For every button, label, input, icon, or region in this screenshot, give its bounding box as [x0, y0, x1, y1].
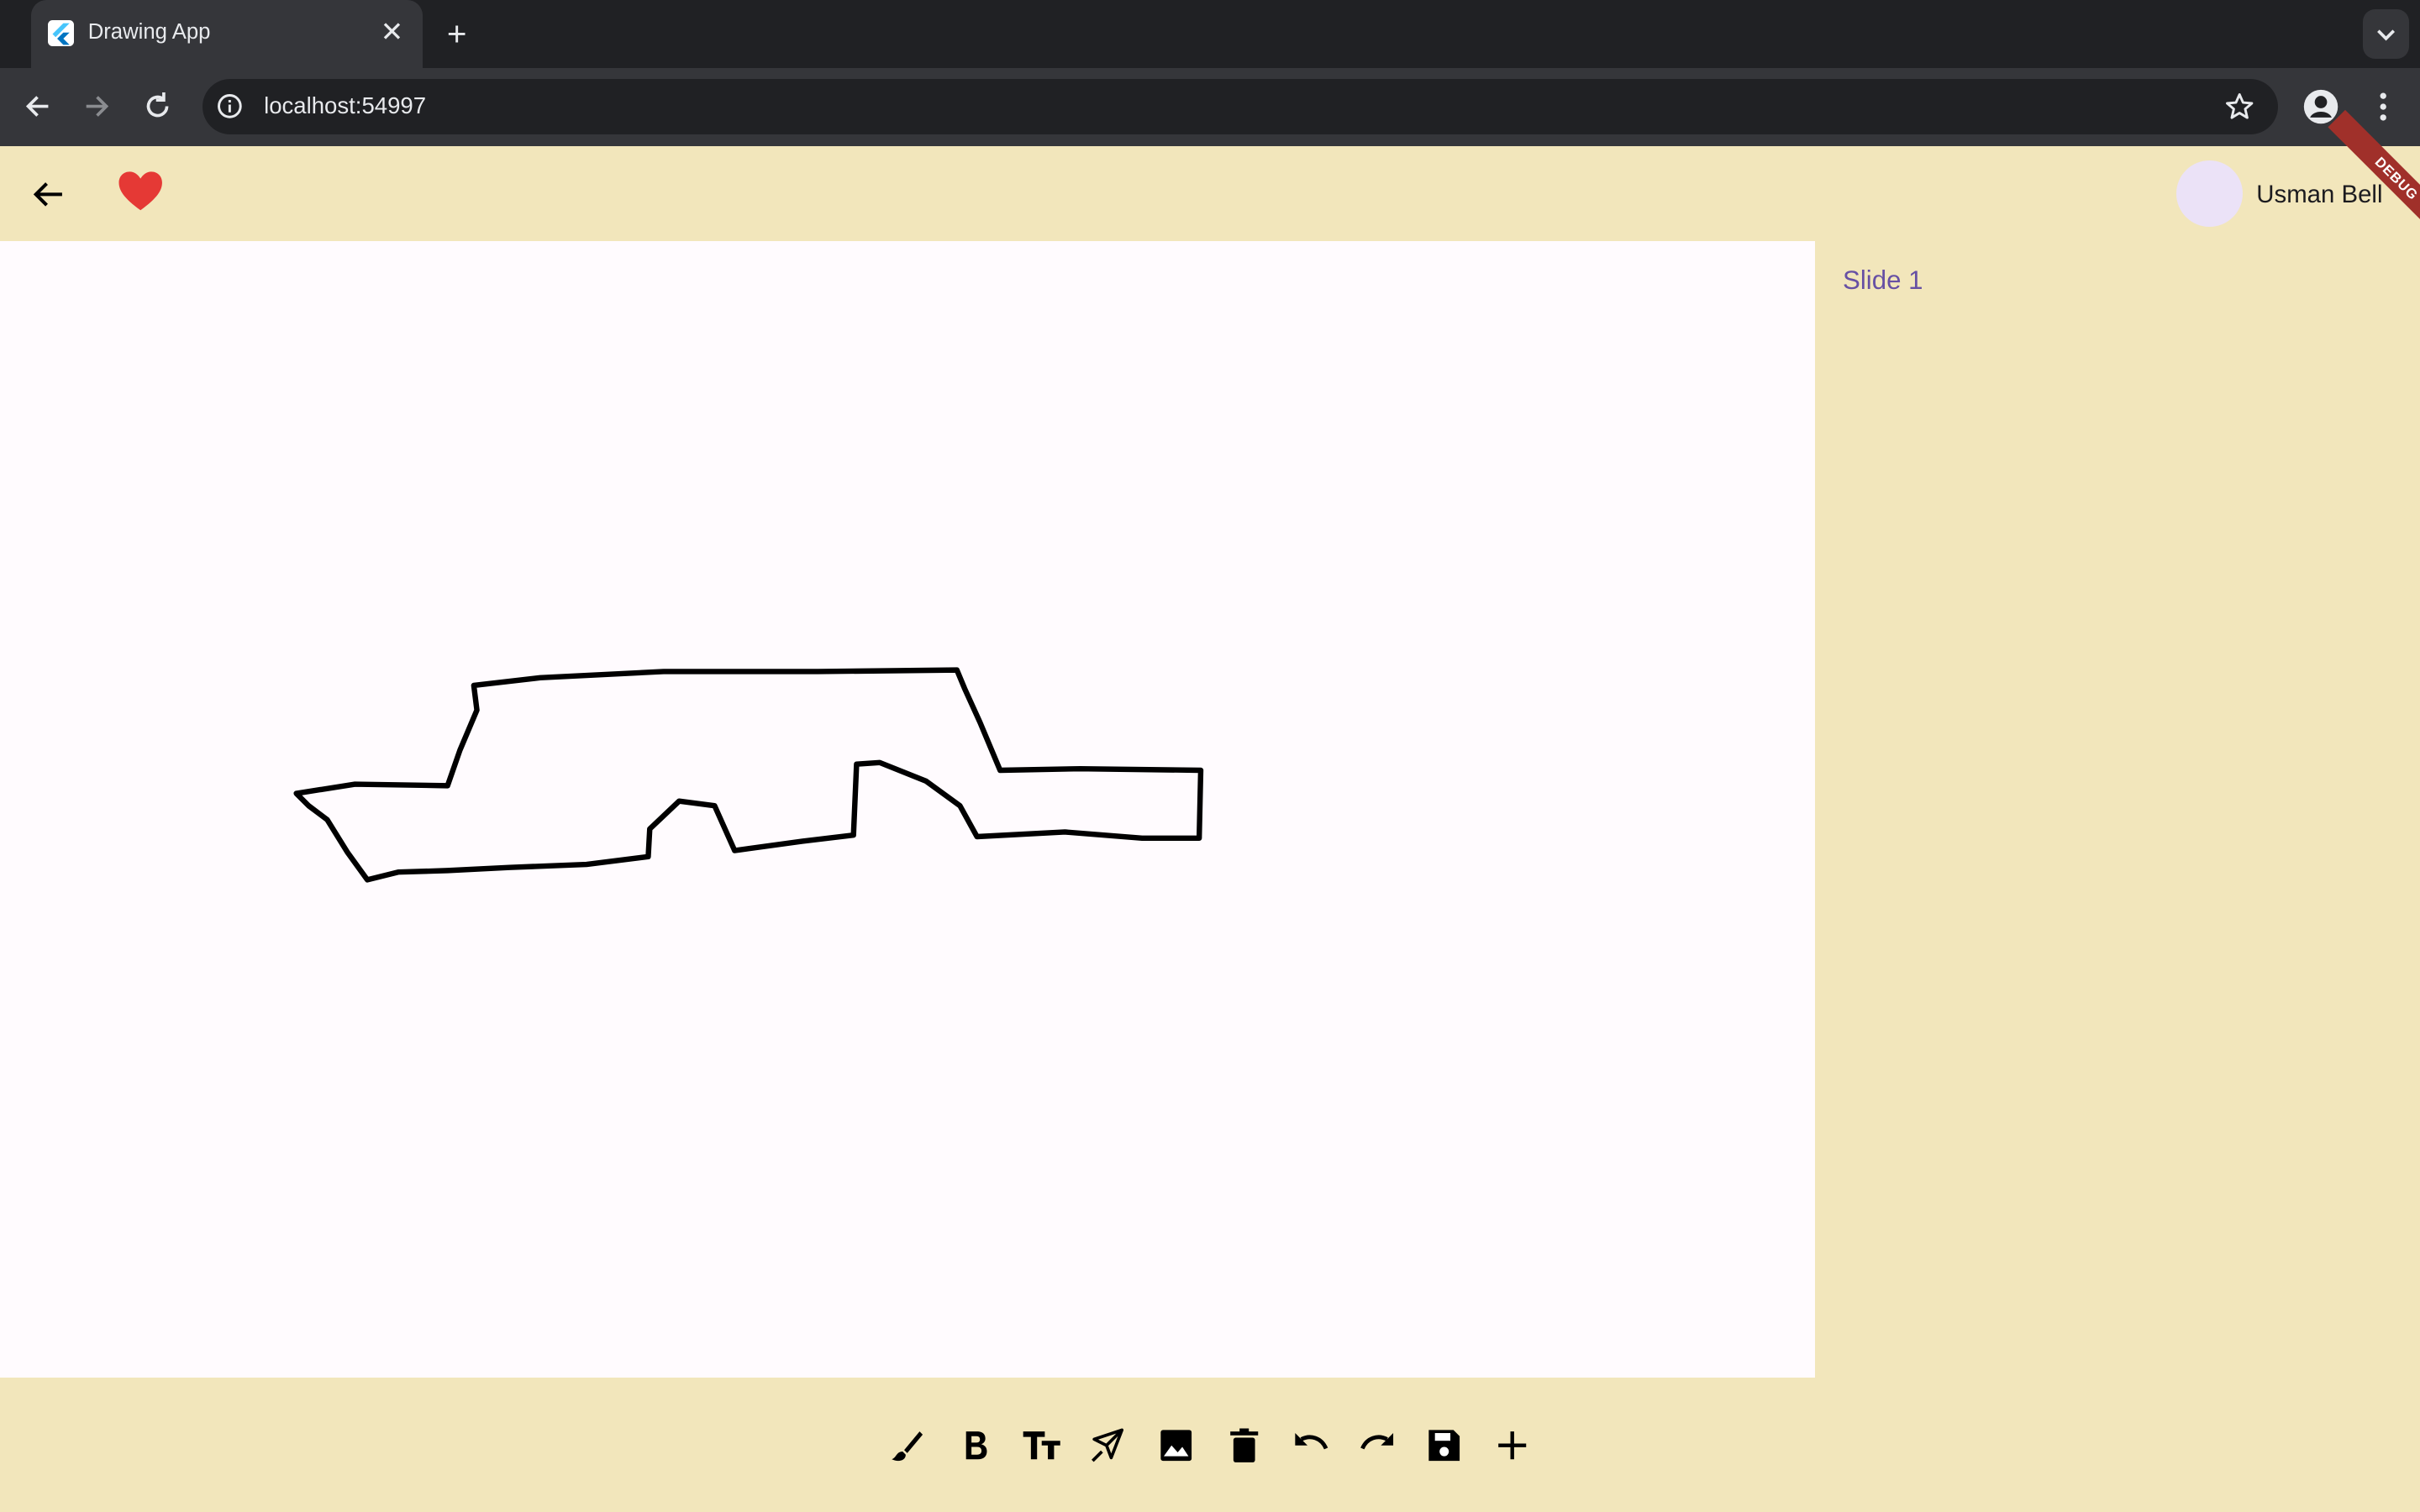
drawing-stroke-layer — [293, 666, 1204, 883]
save-icon[interactable] — [1423, 1424, 1465, 1467]
eraser-icon[interactable] — [1086, 1424, 1129, 1467]
new-tab-icon[interactable]: + — [435, 13, 478, 55]
browser-toolbar: localhost:54997 — [0, 67, 2420, 147]
bookmark-star-icon[interactable] — [2223, 90, 2256, 123]
drawing-canvas[interactable] — [0, 240, 1815, 1378]
close-tab-icon[interactable]: ✕ — [373, 14, 410, 51]
bottom-toolbar — [0, 1378, 2420, 1512]
delete-icon[interactable] — [1223, 1424, 1265, 1467]
browser-menu-icon[interactable] — [2366, 88, 2400, 125]
heart-icon[interactable] — [114, 165, 166, 218]
reload-icon[interactable] — [134, 83, 181, 129]
tab-title: Drawing App — [87, 19, 211, 44]
brush-icon[interactable] — [886, 1424, 929, 1467]
url-text[interactable]: localhost:54997 — [264, 92, 426, 119]
app-bar: Usman Bell — [0, 146, 2420, 241]
bold-icon[interactable] — [954, 1424, 997, 1467]
undo-icon[interactable] — [1289, 1424, 1332, 1467]
image-icon[interactable] — [1155, 1424, 1197, 1467]
browser-forward-icon[interactable] — [74, 83, 120, 129]
slide-item[interactable]: Slide 1 — [1843, 265, 1923, 296]
browser-tab[interactable]: Drawing App ✕ — [30, 0, 424, 68]
browser-tab-strip: Drawing App ✕ + — [0, 0, 2420, 68]
slides-panel: Slide 1 — [1815, 240, 2420, 1378]
user-name: Usman Bell — [2256, 180, 2383, 208]
back-arrow-icon[interactable] — [24, 170, 73, 219]
site-info-icon[interactable] — [214, 91, 245, 122]
browser-back-icon[interactable] — [14, 83, 60, 129]
tab-search-chevron-icon[interactable] — [2363, 9, 2410, 59]
text-size-icon[interactable] — [1020, 1424, 1063, 1467]
redo-icon[interactable] — [1356, 1424, 1399, 1467]
avatar[interactable] — [2175, 160, 2243, 227]
address-bar[interactable]: localhost:54997 — [202, 78, 2279, 134]
flutter-favicon-icon — [47, 19, 75, 47]
add-icon[interactable] — [1491, 1424, 1534, 1467]
drawn-stroke — [293, 666, 1204, 883]
